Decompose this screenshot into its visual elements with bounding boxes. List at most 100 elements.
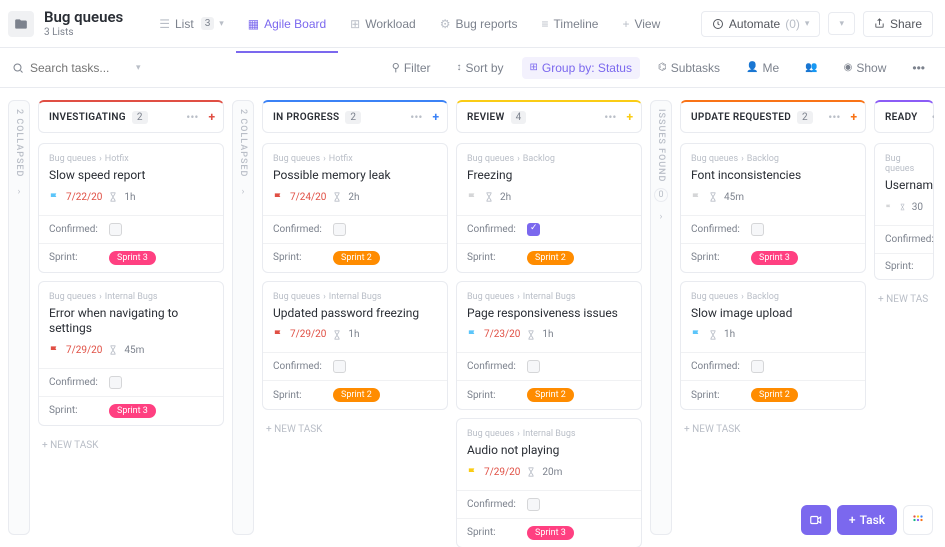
column-update-requested: UPDATE REQUESTED 2 ••• + Bug queues›Back… bbox=[680, 100, 866, 535]
sprint-badge[interactable]: Sprint 2 bbox=[333, 388, 380, 402]
page-title: Bug queues bbox=[44, 10, 123, 25]
sprint-badge[interactable]: Sprint 2 bbox=[751, 388, 798, 402]
column-header[interactable]: IN PROGRESS 2 ••• + bbox=[262, 100, 448, 133]
breadcrumb: Bug queues bbox=[885, 154, 923, 174]
card-title: Usernam bbox=[885, 178, 923, 194]
new-task-button[interactable]: + NEW TASK bbox=[262, 418, 448, 441]
task-card[interactable]: Bug queues›Internal Bugs Page responsive… bbox=[456, 281, 642, 411]
column-more-icon[interactable]: ••• bbox=[408, 110, 424, 124]
task-card[interactable]: Bug queues›Backlog Font inconsistencies … bbox=[680, 143, 866, 273]
collapsed-column[interactable]: 2 COLLAPSED› bbox=[232, 100, 254, 535]
search-wrap[interactable]: ▾ bbox=[12, 61, 162, 75]
confirmed-checkbox[interactable] bbox=[109, 376, 122, 389]
search-icon bbox=[12, 62, 24, 74]
column-add-icon[interactable]: + bbox=[430, 110, 441, 124]
confirmed-checkbox[interactable] bbox=[527, 360, 540, 373]
task-card[interactable]: Bug queues›Internal Bugs Audio not playi… bbox=[456, 418, 642, 547]
sort-button[interactable]: ↕Sort by bbox=[449, 57, 512, 79]
new-task-button[interactable]: + NEW TAS bbox=[874, 288, 934, 311]
card-title: Updated password freezing bbox=[273, 306, 437, 322]
task-card[interactable]: Bug queues›Hotfix Slow speed report 7/22… bbox=[38, 143, 224, 273]
sprint-badge[interactable]: Sprint 3 bbox=[109, 404, 156, 418]
task-card[interactable]: Bug queues›Hotfix Possible memory leak 7… bbox=[262, 143, 448, 273]
column-header[interactable]: INVESTIGATING 2 ••• + bbox=[38, 100, 224, 133]
subtasks-button[interactable]: ⌬Subtasks bbox=[650, 57, 728, 79]
fab-record[interactable] bbox=[801, 505, 831, 535]
breadcrumb: Bug queues›Backlog bbox=[691, 154, 855, 164]
column-add-icon[interactable]: + bbox=[624, 110, 635, 124]
breadcrumb: Bug queues›Internal Bugs bbox=[273, 292, 437, 302]
view-timeline[interactable]: ≡Timeline bbox=[530, 9, 611, 39]
column-more-icon[interactable]: ••• bbox=[602, 110, 618, 124]
column-review: REVIEW 4 ••• + Bug queues›Backlog Freezi… bbox=[456, 100, 642, 535]
task-card[interactable]: Bug queues Usernam 30 Confirmed:Sprint: bbox=[874, 143, 934, 280]
card-title: Font inconsistencies bbox=[691, 168, 855, 184]
share-button[interactable]: Share bbox=[863, 11, 933, 37]
card-title: Possible memory leak bbox=[273, 168, 437, 184]
sprint-badge[interactable]: Sprint 3 bbox=[527, 526, 574, 540]
collapsed-column[interactable]: ISSUES FOUND0› bbox=[650, 100, 672, 535]
card-title: Error when navigating to settings bbox=[49, 306, 213, 337]
fab-task[interactable]: +Task bbox=[837, 505, 897, 535]
confirmed-checkbox[interactable] bbox=[751, 223, 764, 236]
collapsed-column[interactable]: 2 COLLAPSED› bbox=[8, 100, 30, 535]
me-button[interactable]: 👤Me bbox=[738, 57, 787, 79]
task-card[interactable]: Bug queues›Internal Bugs Error when navi… bbox=[38, 281, 224, 426]
column-header[interactable]: REVIEW 4 ••• + bbox=[456, 100, 642, 133]
confirmed-checkbox[interactable] bbox=[333, 360, 346, 373]
search-dropdown[interactable]: ▾ bbox=[136, 63, 141, 73]
breadcrumb: Bug queues›Hotfix bbox=[273, 154, 437, 164]
view-bug-reports[interactable]: ⚙Bug reports bbox=[428, 9, 530, 39]
confirmed-checkbox[interactable] bbox=[527, 223, 540, 236]
view-agile-board[interactable]: ▦Agile Board bbox=[236, 9, 338, 39]
column-header[interactable]: READY ••• + bbox=[874, 100, 934, 133]
card-title: Page responsiveness issues bbox=[467, 306, 631, 322]
sprint-badge[interactable]: Sprint 2 bbox=[527, 388, 574, 402]
view-list[interactable]: ☰List3▾ bbox=[147, 9, 236, 39]
assignee-button[interactable]: 👥 bbox=[797, 58, 825, 77]
title-block: Bug queues 3 Lists bbox=[44, 10, 123, 38]
card-title: Slow image upload bbox=[691, 306, 855, 322]
filter-button[interactable]: ⚲Filter bbox=[384, 57, 439, 79]
column-more-icon[interactable]: ••• bbox=[930, 110, 934, 124]
search-input[interactable] bbox=[30, 61, 130, 75]
board: 2 COLLAPSED› INVESTIGATING 2 ••• + Bug q… bbox=[0, 88, 945, 547]
group-button[interactable]: ⊞Group by: Status bbox=[522, 57, 640, 79]
folder-icon bbox=[8, 11, 34, 37]
column-add-icon[interactable]: + bbox=[206, 110, 217, 124]
task-card[interactable]: Bug queues›Internal Bugs Updated passwor… bbox=[262, 281, 448, 411]
page-subtitle: 3 Lists bbox=[44, 27, 123, 38]
automate-button[interactable]: Automate (0) ▾ bbox=[701, 11, 821, 37]
task-card[interactable]: Bug queues›Backlog Freezing 2h Confirmed… bbox=[456, 143, 642, 273]
fab-apps[interactable] bbox=[903, 505, 933, 535]
show-button[interactable]: ◉Show bbox=[836, 57, 895, 79]
confirmed-checkbox[interactable] bbox=[109, 223, 122, 236]
view-view[interactable]: +View bbox=[610, 9, 672, 39]
view-workload[interactable]: ⊞Workload bbox=[338, 9, 428, 39]
column-more-icon[interactable]: ••• bbox=[826, 110, 842, 124]
new-task-button[interactable]: + NEW TASK bbox=[680, 418, 866, 441]
new-task-button[interactable]: + NEW TASK bbox=[38, 434, 224, 457]
task-card[interactable]: Bug queues›Backlog Slow image upload 1h … bbox=[680, 281, 866, 411]
sprint-badge[interactable]: Sprint 3 bbox=[751, 251, 798, 265]
column-add-icon[interactable]: + bbox=[848, 110, 859, 124]
confirmed-checkbox[interactable] bbox=[333, 223, 346, 236]
column-investigating: INVESTIGATING 2 ••• + Bug queues›Hotfix … bbox=[38, 100, 224, 535]
breadcrumb: Bug queues›Internal Bugs bbox=[49, 292, 213, 302]
breadcrumb: Bug queues›Internal Bugs bbox=[467, 292, 631, 302]
header-dropdown[interactable]: ▾ bbox=[828, 12, 855, 35]
sprint-badge[interactable]: Sprint 2 bbox=[333, 251, 380, 265]
confirmed-checkbox[interactable] bbox=[751, 360, 764, 373]
confirmed-checkbox[interactable] bbox=[527, 498, 540, 511]
breadcrumb: Bug queues›Backlog bbox=[691, 292, 855, 302]
toolbar: ▾ ⚲Filter ↕Sort by ⊞Group by: Status ⌬Su… bbox=[0, 48, 945, 88]
breadcrumb: Bug queues›Internal Bugs bbox=[467, 429, 631, 439]
header: Bug queues 3 Lists ☰List3▾▦Agile Board⊞W… bbox=[0, 0, 945, 48]
column-header[interactable]: UPDATE REQUESTED 2 ••• + bbox=[680, 100, 866, 133]
sprint-badge[interactable]: Sprint 3 bbox=[109, 251, 156, 265]
column-more-icon[interactable]: ••• bbox=[184, 110, 200, 124]
view-tabs: ☰List3▾▦Agile Board⊞Workload⚙Bug reports… bbox=[147, 9, 672, 39]
breadcrumb: Bug queues›Hotfix bbox=[49, 154, 213, 164]
sprint-badge[interactable]: Sprint 2 bbox=[527, 251, 574, 265]
more-button[interactable]: ••• bbox=[904, 57, 933, 79]
